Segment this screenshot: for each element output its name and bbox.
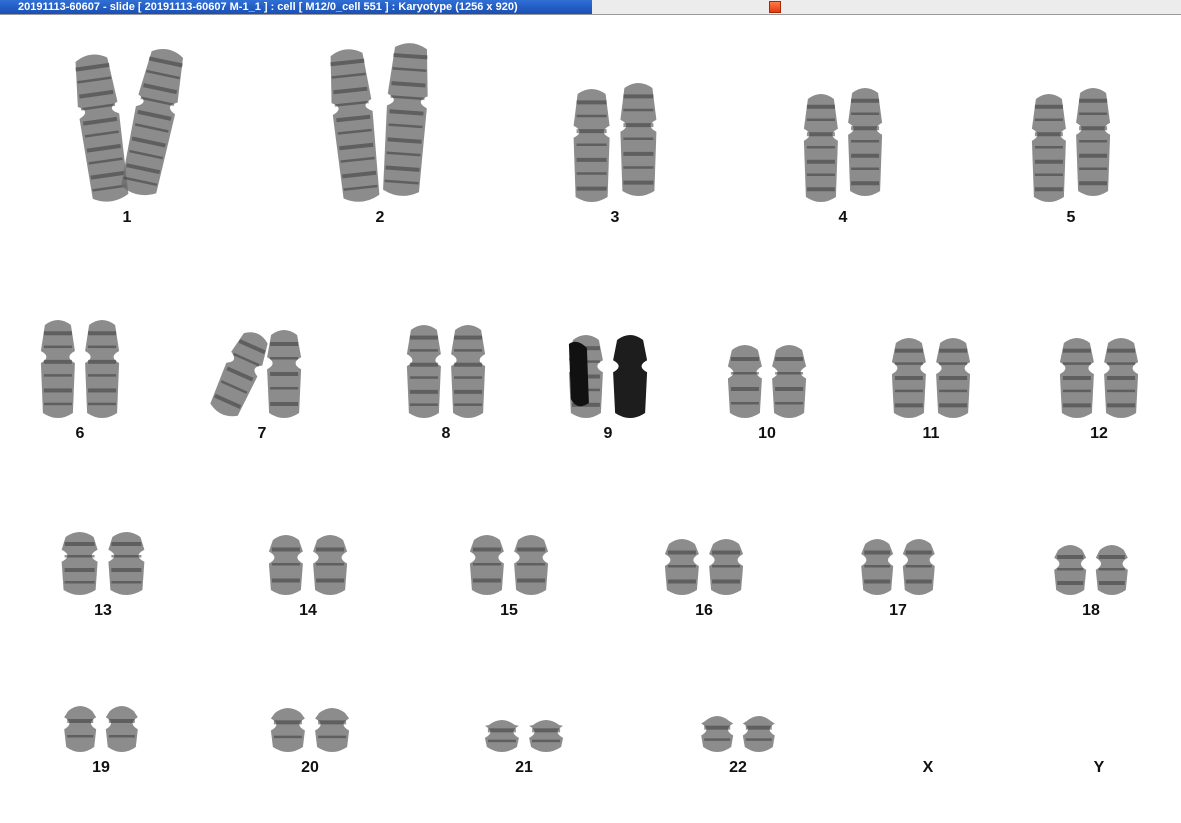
chromosome-label: 22 bbox=[729, 759, 747, 776]
title-bar: 20191113-60607 - slide [ 20191113-60607 … bbox=[0, 0, 1181, 15]
chromosome-homolog-left[interactable] bbox=[701, 716, 734, 752]
chromosome-label: Y bbox=[1093, 759, 1105, 776]
chromosome-homolog-right[interactable] bbox=[742, 716, 775, 752]
chromosome-band bbox=[704, 738, 731, 741]
chromosome-band bbox=[745, 738, 772, 741]
window-title: 20191113-60607 - slide [ 20191113-60607 … bbox=[0, 0, 592, 14]
window-marker-icon[interactable] bbox=[769, 1, 781, 13]
chromosome-image bbox=[701, 716, 775, 752]
chromosome-label: X bbox=[922, 759, 934, 776]
karyotype-panel: 1 2 3 4 5 6 7 8 9 10 11 12 13 14 15 16 17 18 19 20 21 22 X Y bbox=[0, 15, 1181, 823]
chromosome-band bbox=[704, 725, 731, 730]
chromatid-body bbox=[742, 716, 775, 752]
chromatid-body bbox=[701, 716, 734, 752]
chromosome-band bbox=[745, 725, 772, 730]
